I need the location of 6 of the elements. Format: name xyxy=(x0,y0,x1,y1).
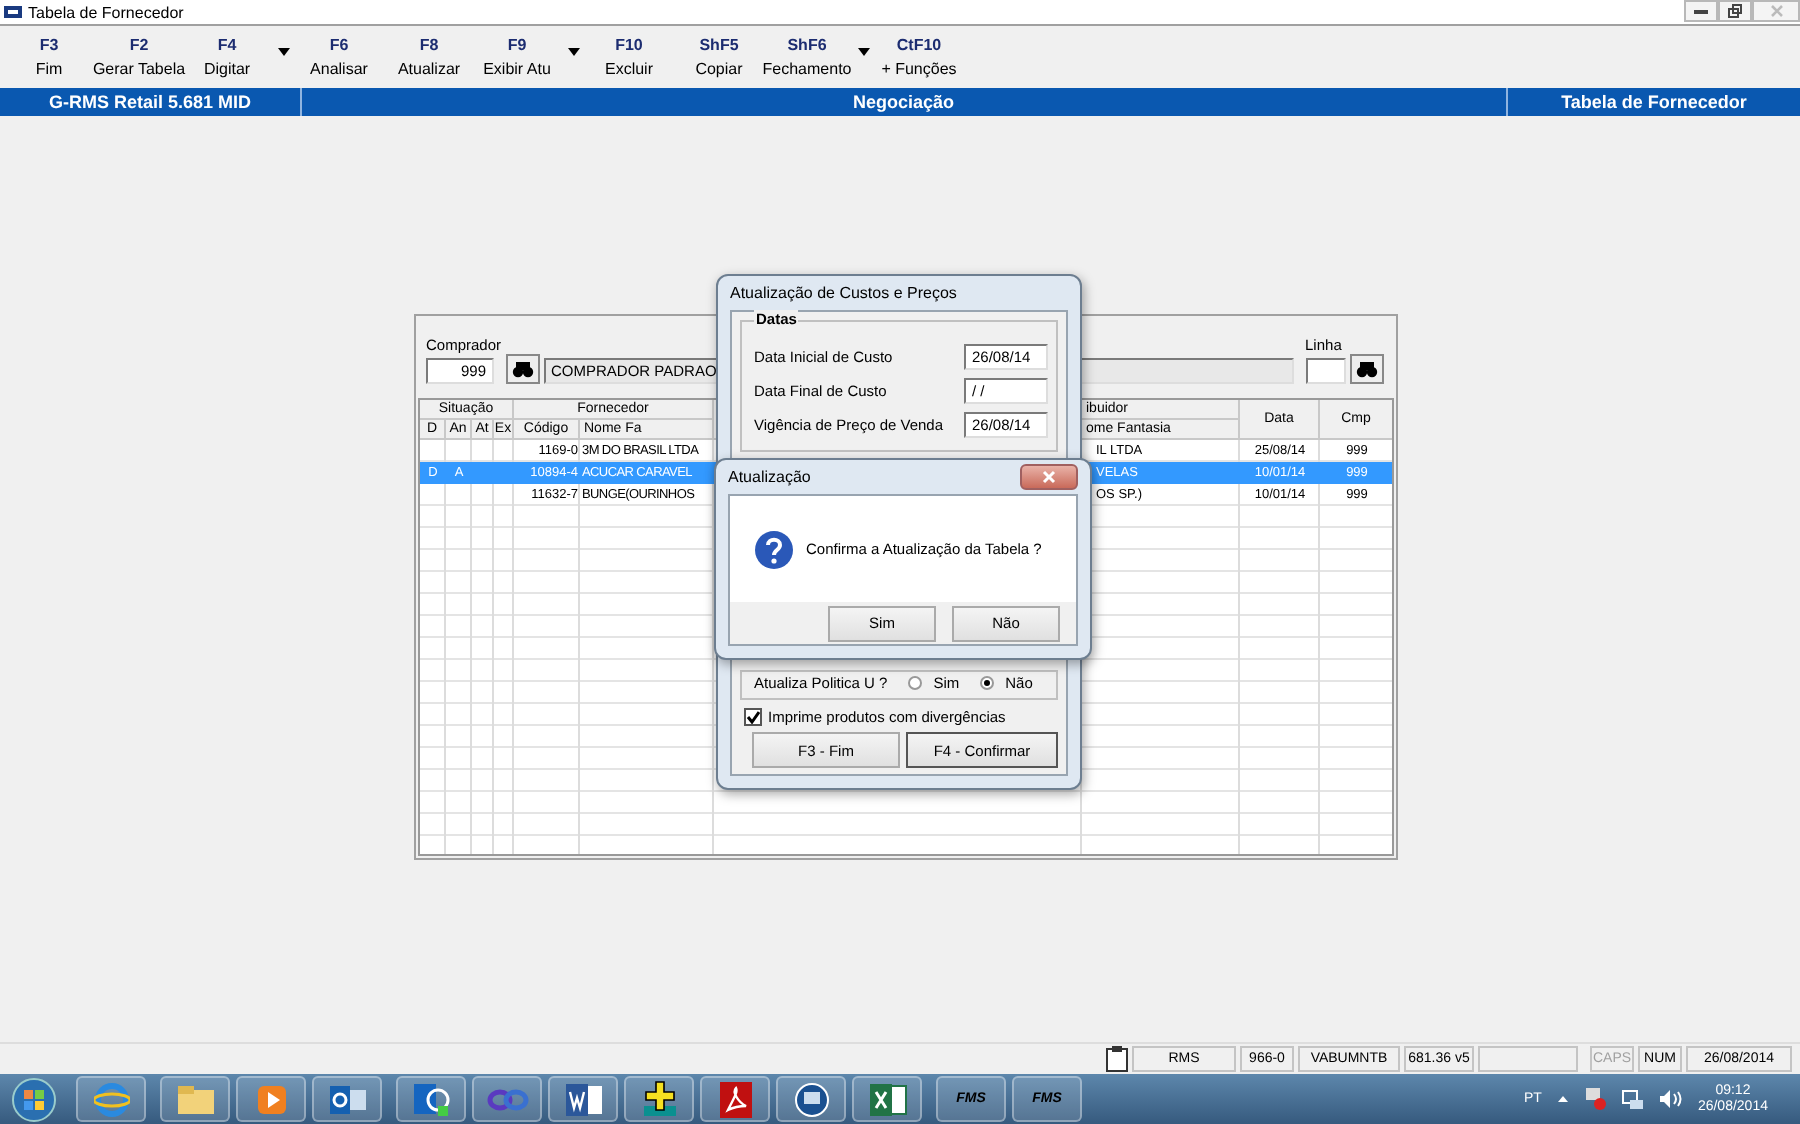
system-name: G-RMS Retail 5.681 MID xyxy=(48,92,252,112)
window-title: Tabela de Fornecedor xyxy=(28,3,186,21)
dialog-title: Atualização de Custos e Preços xyxy=(730,284,957,302)
screen-name: Tabela de Fornecedor xyxy=(1561,92,1747,112)
module-name: Negociação xyxy=(852,92,954,112)
dialog-title: Atualização xyxy=(728,468,811,486)
